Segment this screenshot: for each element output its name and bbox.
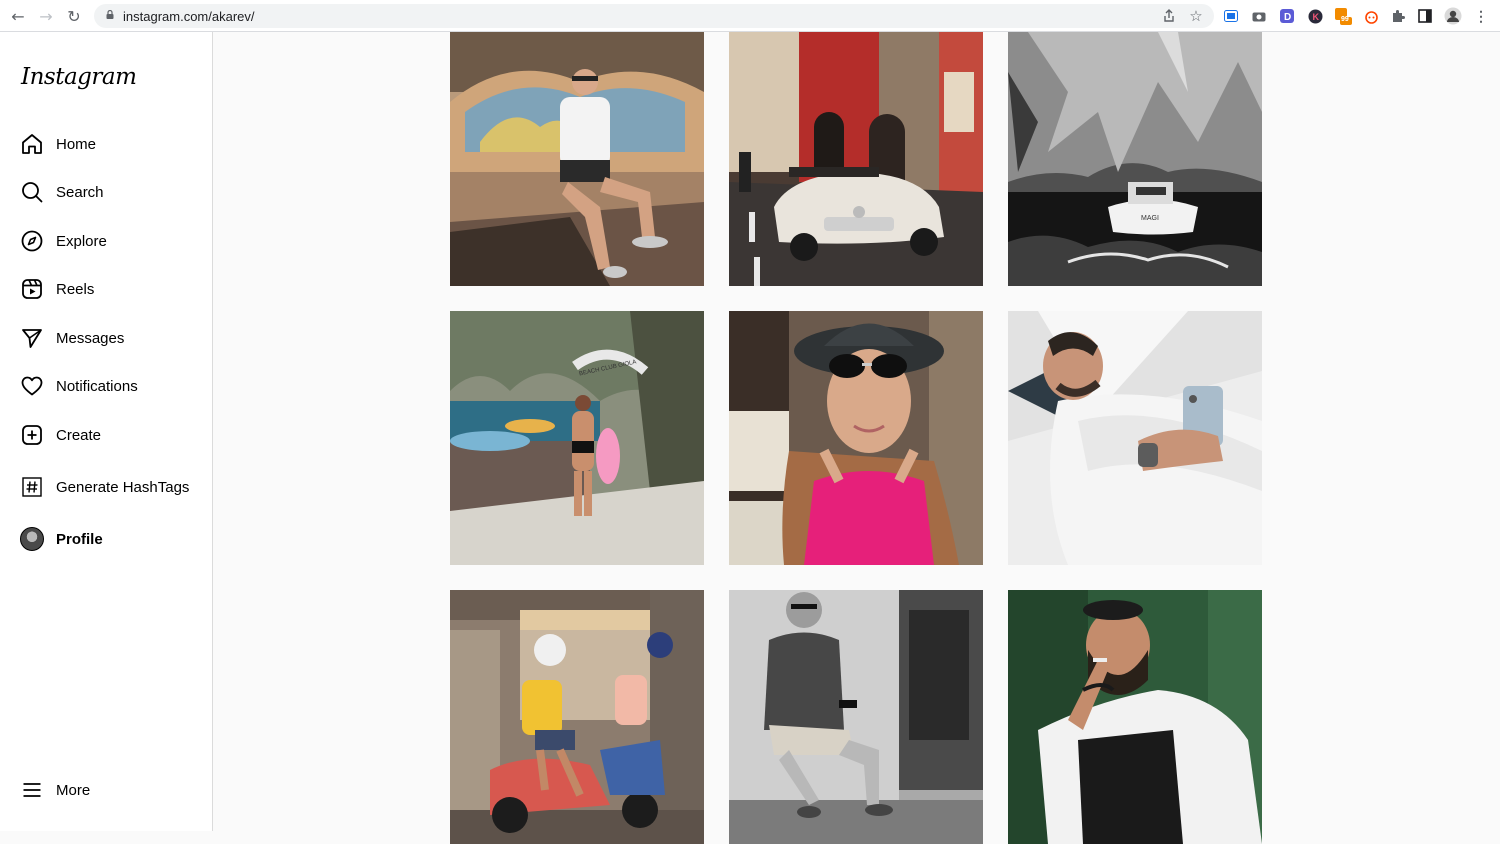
extension-badge-icon[interactable]: 99: [1334, 7, 1352, 25]
post-image: MAGI: [1008, 32, 1262, 286]
nav-profile-label: Profile: [56, 530, 103, 548]
home-icon: [20, 132, 44, 156]
browser-profile-avatar[interactable]: [1444, 7, 1462, 25]
hamburger-menu-icon: [20, 778, 44, 802]
url-text: instagram.com/akarev/: [123, 9, 255, 24]
nav-notifications[interactable]: Notifications: [20, 373, 138, 399]
profile-avatar: [20, 527, 44, 551]
extension-badge-count: 99: [1341, 16, 1349, 23]
messages-send-icon: [20, 326, 44, 350]
nav-home[interactable]: Home: [20, 131, 96, 157]
back-icon[interactable]: ←: [8, 6, 28, 26]
compass-icon: [20, 229, 44, 253]
browser-menu-icon[interactable]: ⋮: [1472, 7, 1490, 25]
sidebar: Instagram Home Search Explore Reels Mess…: [0, 32, 213, 831]
nav-reels-label: Reels: [56, 280, 95, 298]
hashtag-icon: [20, 475, 44, 499]
nav-explore-label: Explore: [56, 232, 107, 250]
post-woman-in-hat[interactable]: [729, 311, 983, 565]
nav-generate-hashtags[interactable]: Generate HashTags: [20, 474, 189, 500]
post-vespa-riders[interactable]: [450, 590, 704, 844]
post-boat-bw[interactable]: MAGI: [1008, 32, 1262, 286]
search-icon: [20, 180, 44, 204]
nav-create-label: Create: [56, 426, 102, 444]
post-image: [1008, 590, 1262, 844]
post-image: [450, 32, 704, 286]
boat-plate-text: MAGI: [1141, 215, 1159, 222]
post-man-on-bench[interactable]: [450, 32, 704, 286]
nav-notifications-label: Notifications: [56, 377, 138, 395]
nav-messages-label: Messages: [56, 329, 125, 347]
reels-icon: [20, 277, 44, 301]
bookmark-star-icon[interactable]: ☆: [1187, 7, 1205, 25]
side-panel-icon[interactable]: [1416, 7, 1434, 25]
nav-search-label: Search: [56, 183, 104, 201]
address-bar[interactable]: instagram.com/akarev/: [94, 4, 1214, 28]
nav-more-label: More: [56, 781, 91, 799]
forward-icon[interactable]: →: [36, 6, 56, 26]
nav-messages[interactable]: Messages: [20, 325, 124, 351]
instagram-logo[interactable]: Instagram: [21, 64, 137, 90]
extension-d-icon[interactable]: D: [1278, 7, 1296, 25]
post-beach-club[interactable]: BEACH CLUB GIOLA: [450, 311, 704, 565]
post-chef-smoking[interactable]: [1008, 590, 1262, 844]
create-plus-icon: [20, 423, 44, 447]
extension-k-icon[interactable]: K: [1306, 7, 1324, 25]
nav-search[interactable]: Search: [20, 179, 104, 205]
post-image: [450, 590, 704, 844]
post-man-sitting-bw[interactable]: [729, 590, 983, 844]
nav-create[interactable]: Create: [20, 422, 101, 448]
post-image: [1008, 311, 1262, 565]
share-icon[interactable]: [1160, 7, 1178, 25]
nav-explore[interactable]: Explore: [20, 228, 107, 254]
camera-icon[interactable]: [1250, 7, 1268, 25]
browser-toolbar: ← → ↻ instagram.com/akarev/ ☆ D K 99 ⋮: [0, 0, 1500, 32]
post-image: [729, 32, 983, 286]
post-image: [729, 311, 983, 565]
post-image: [729, 590, 983, 844]
lock-icon: [106, 10, 114, 19]
extension-reader-icon[interactable]: [1222, 7, 1240, 25]
extension-reddit-icon[interactable]: [1362, 7, 1380, 25]
heart-icon: [20, 374, 44, 398]
nav-home-label: Home: [56, 135, 97, 153]
nav-profile[interactable]: Profile: [20, 526, 103, 552]
post-image: BEACH CLUB GIOLA: [450, 311, 704, 565]
svg-text:K: K: [1312, 12, 1319, 22]
nav-generate-hashtags-label: Generate HashTags: [56, 478, 190, 496]
post-vintage-car[interactable]: [729, 32, 983, 286]
post-man-lying-down[interactable]: [1008, 311, 1262, 565]
reload-icon[interactable]: ↻: [64, 6, 84, 26]
nav-more[interactable]: More: [20, 777, 90, 803]
extensions-puzzle-icon[interactable]: [1389, 7, 1407, 25]
nav-reels[interactable]: Reels: [20, 276, 94, 302]
svg-text:D: D: [1284, 12, 1291, 23]
